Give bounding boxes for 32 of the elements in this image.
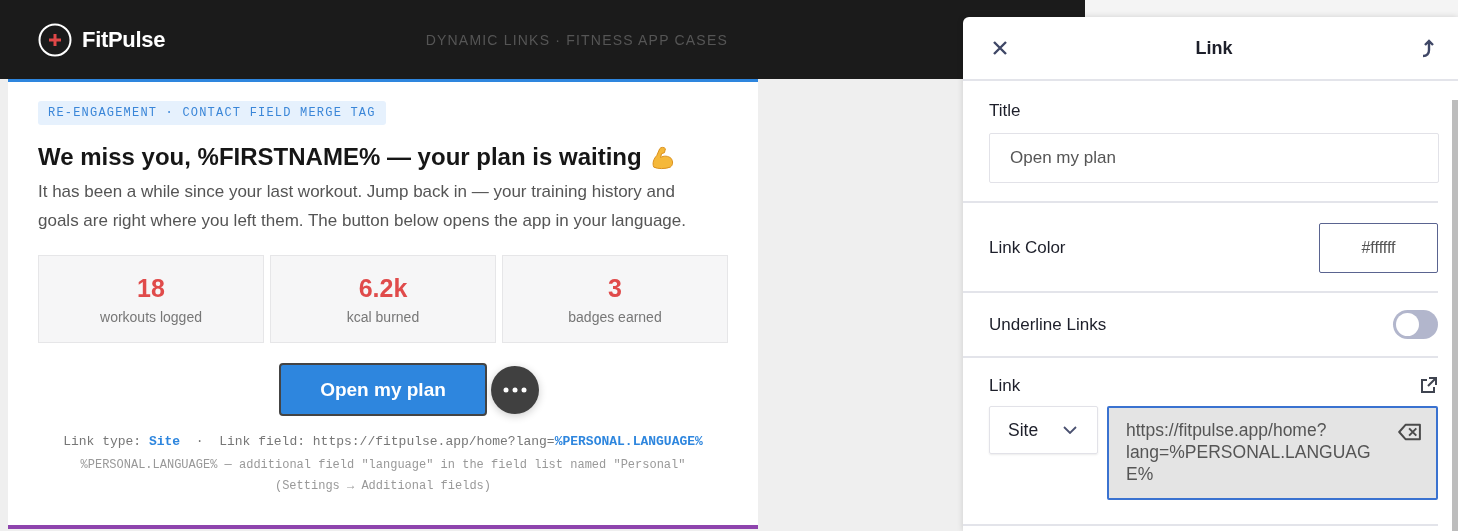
curved-up-arrow-icon xyxy=(1420,38,1436,58)
field-label: Link Color xyxy=(989,238,1066,258)
url-field[interactable]: https://fitpulse.app/home?lang=%PERSONAL.LANGUAGE% xyxy=(1107,406,1438,500)
stat-label: kcal burned xyxy=(346,308,420,325)
field-label: Link xyxy=(989,376,1021,396)
tagline: DYNAMIC LINKS · FITNESS APP CASES xyxy=(425,31,728,48)
logo-text: FitPulse xyxy=(82,26,166,53)
stat-label: workouts logged xyxy=(100,308,202,325)
underline-toggle[interactable] xyxy=(1393,310,1438,339)
logo-icon xyxy=(38,22,72,57)
stat-value: 3 xyxy=(608,273,622,303)
stat-label: badges earned xyxy=(568,308,662,325)
field-note: %PERSONAL.LANGUAGE% — additional field "language" in the field list named "Personal" (Settings → Additional fields) xyxy=(79,457,687,495)
category-tag: RE-ENGAGEMENT · CONTACT FIELD MERGE TAG xyxy=(38,101,386,125)
intro-paragraph: It has been a while since your last workout. Jump back in — your training history and goals are right where you left them. The button below opens the app in your language. xyxy=(38,181,687,232)
stat-value: 6.2k xyxy=(358,273,408,303)
field-label: Underline Links xyxy=(989,314,1107,335)
stat-value: 18 xyxy=(137,273,165,303)
chevron-down-icon xyxy=(1063,426,1077,434)
email-heading: We miss you, %FIRSTNAME% — your plan is waiting xyxy=(38,143,642,171)
link-type-select[interactable]: Site xyxy=(989,406,1098,454)
open-plan-button[interactable]: Open my plan xyxy=(279,363,487,416)
more-icon xyxy=(503,386,527,393)
color-field[interactable]: #ffffff xyxy=(1319,223,1438,273)
more-button[interactable] xyxy=(491,365,539,414)
link-note: Link type: Site · Link field: https://fitpulse.app/home?lang=%PERSONAL.LANGUAGE% xyxy=(62,434,704,449)
field-label: Title xyxy=(989,101,1021,120)
panel-title: Link xyxy=(1195,37,1233,59)
title-field[interactable]: Open my plan xyxy=(989,133,1439,183)
clear-icon[interactable] xyxy=(1398,423,1422,441)
close-icon xyxy=(992,40,1008,56)
external-link-icon[interactable] xyxy=(1418,376,1438,396)
